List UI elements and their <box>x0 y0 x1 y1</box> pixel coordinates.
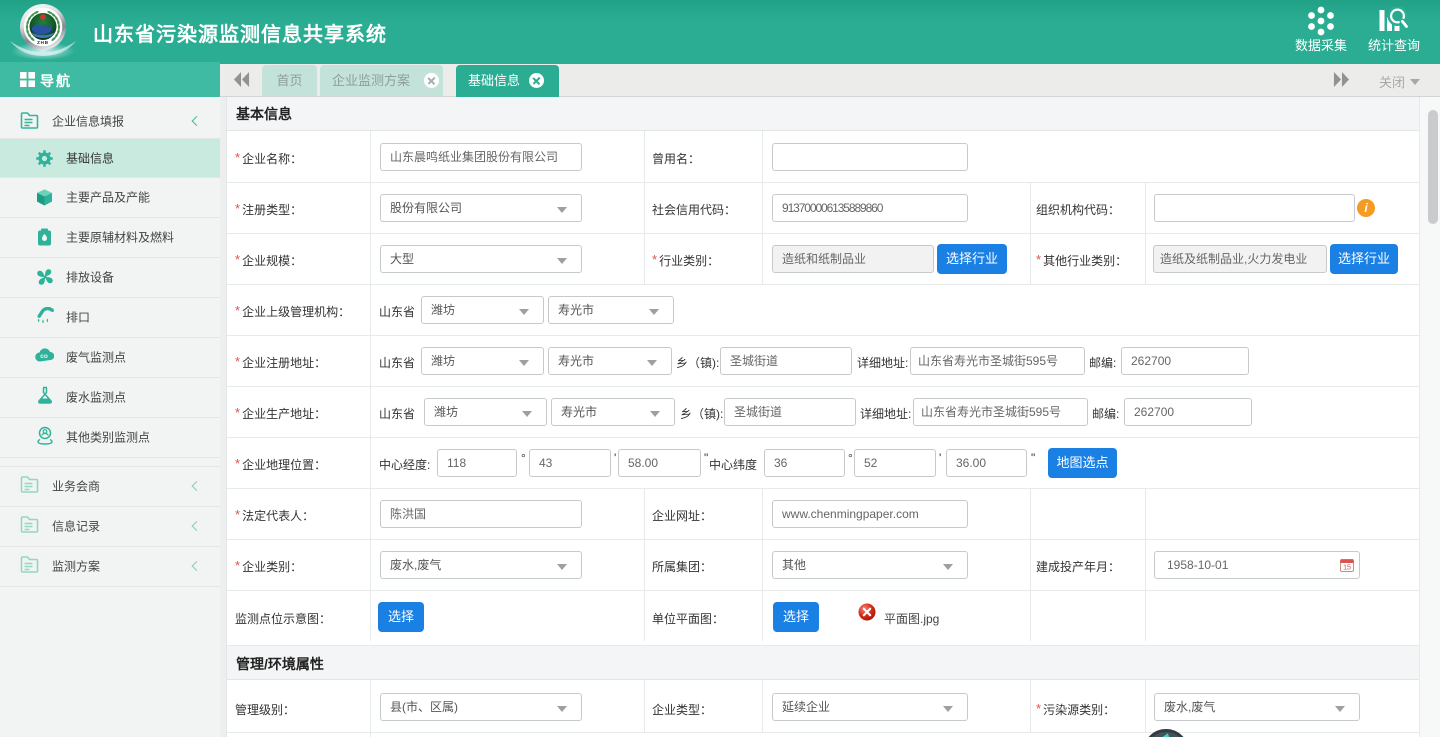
svg-text:ZHB: ZHB <box>37 40 49 45</box>
svg-text:co: co <box>40 353 48 360</box>
svg-text:15: 15 <box>1343 565 1351 572</box>
